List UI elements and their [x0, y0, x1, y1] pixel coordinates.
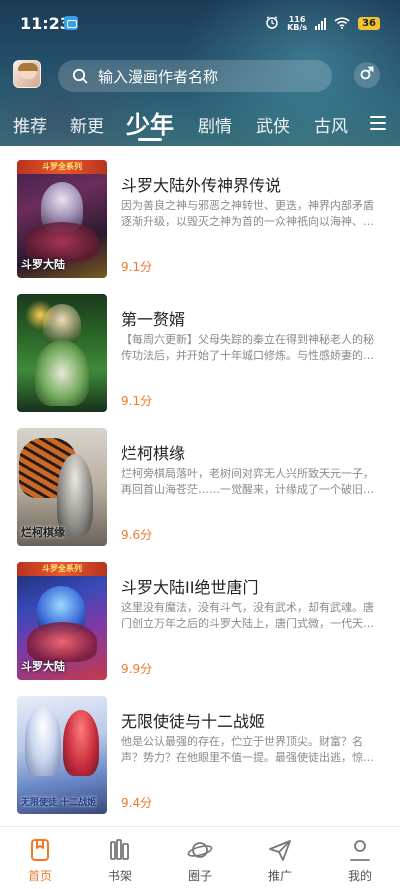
comic-score: 9.4分	[121, 796, 153, 810]
comic-description: 他是公认最强的存在，伫立于世界顶尖。财富？名声？势力？在他眼里不值一提。最强使徒…	[121, 735, 374, 764]
comic-list-item[interactable]: 斗罗全系列 斗罗大陆 斗罗大陆II绝世唐门 这里没有魔法，没有斗气，没有武术，却…	[0, 548, 400, 682]
comic-description: 因为善良之神与邪恶之神转世、更迭，神界内部矛盾逐渐升级，以毁灭之神为首的一众神祇…	[121, 199, 374, 228]
planet-icon	[160, 837, 240, 863]
category-menu-icon[interactable]	[370, 116, 386, 130]
status-bar: 11:23 116 KB/s 36	[0, 0, 400, 48]
comic-description: 这里没有魔法，没有斗气，没有武术，却有武魂。唐门创立万年之后的斗罗大陆上，唐门式…	[121, 601, 374, 630]
search-input[interactable]: 输入漫画作者名称	[58, 60, 332, 92]
home-icon	[0, 837, 80, 863]
comic-title: 无限使徒与十二战姬	[121, 712, 266, 731]
tab-shounen[interactable]: 少年	[126, 105, 174, 140]
comic-cover[interactable]: 斗罗全系列 斗罗大陆	[17, 160, 107, 278]
tab-wuxia[interactable]: 武侠	[256, 112, 290, 137]
battery-indicator: 36	[358, 17, 380, 30]
comic-list-item[interactable]: 无限使徒 十二战姬 无限使徒与十二战姬 他是公认最强的存在，伫立于世界顶尖。财富…	[0, 682, 400, 816]
nav-profile[interactable]: 我的	[320, 837, 400, 884]
comic-score: 9.1分	[121, 260, 153, 274]
comic-cover[interactable]	[17, 294, 107, 412]
search-placeholder: 输入漫画作者名称	[98, 67, 219, 86]
tab-drama[interactable]: 剧情	[198, 112, 232, 137]
tab-new-updates[interactable]: 新更	[70, 112, 104, 137]
app-logo[interactable]	[13, 60, 41, 88]
comic-list-item[interactable]: 第一赘婿 【每周六更新】父母失踪的秦立在得到神秘老人的秘传功法后，并开始了十年城…	[0, 280, 400, 414]
comic-score: 9.6分	[121, 528, 153, 542]
header-background: 11:23 116 KB/s 36 输入漫画作者名称 推荐 新更 少年 剧情 武…	[0, 0, 400, 146]
person-icon	[320, 837, 400, 863]
tab-ancient-style[interactable]: 古风	[314, 112, 348, 137]
active-tab-indicator	[138, 138, 162, 141]
nav-promote[interactable]: 推广	[240, 837, 320, 884]
comic-list-item[interactable]: 烂柯棋缘 烂柯棋缘 烂柯旁棋局落叶，老树间对弈无人兴所致天元一子，再回首山海苍茫…	[0, 414, 400, 548]
status-indicators: 116 KB/s 36	[265, 14, 380, 33]
comic-title: 斗罗大陆II绝世唐门	[121, 578, 259, 597]
wifi-icon	[334, 14, 350, 33]
alarm-icon	[265, 14, 279, 33]
male-icon	[359, 65, 375, 85]
search-row: 输入漫画作者名称	[0, 56, 400, 96]
comic-cover[interactable]: 无限使徒 十二战姬	[17, 696, 107, 814]
nav-circle[interactable]: 圈子	[160, 837, 240, 884]
cell-signal-icon	[315, 17, 327, 30]
comic-description: 烂柯旁棋局落叶，老树间对弈无人兴所致天元一子，再回首山海苍茫……一觉醒来，计缘成…	[121, 467, 374, 496]
app-notification-icon	[64, 16, 78, 30]
comic-cover[interactable]: 烂柯棋缘	[17, 428, 107, 546]
bottom-navigation: 首页 书架 圈子 推广 我的	[0, 826, 400, 889]
comic-cover[interactable]: 斗罗全系列 斗罗大陆	[17, 562, 107, 680]
nav-home[interactable]: 首页	[0, 837, 80, 884]
comic-description: 【每周六更新】父母失踪的秦立在得到神秘老人的秘传功法后，并开始了十年城口修炼。与…	[121, 333, 374, 362]
comic-score: 9.1分	[121, 394, 153, 408]
category-tabs: 推荐 新更 少年 剧情 武侠 古风	[0, 100, 400, 144]
comic-score: 9.9分	[121, 662, 153, 676]
tab-recommend[interactable]: 推荐	[13, 112, 47, 137]
bookshelf-icon	[80, 837, 160, 863]
paper-plane-icon	[240, 837, 320, 863]
network-speed: 116 KB/s	[287, 14, 308, 32]
nav-bookshelf[interactable]: 书架	[80, 837, 160, 884]
comic-title: 烂柯棋缘	[121, 444, 186, 463]
comic-list: 斗罗全系列 斗罗大陆 斗罗大陆外传神界传说 因为善良之神与邪恶之神转世、更迭，神…	[0, 146, 400, 826]
gender-toggle-button[interactable]	[354, 62, 380, 88]
comic-list-item[interactable]: 斗罗全系列 斗罗大陆 斗罗大陆外传神界传说 因为善良之神与邪恶之神转世、更迭，神…	[0, 146, 400, 280]
comic-title: 第一赘婿	[121, 310, 186, 329]
search-icon	[72, 68, 88, 84]
comic-title: 斗罗大陆外传神界传说	[121, 176, 282, 195]
